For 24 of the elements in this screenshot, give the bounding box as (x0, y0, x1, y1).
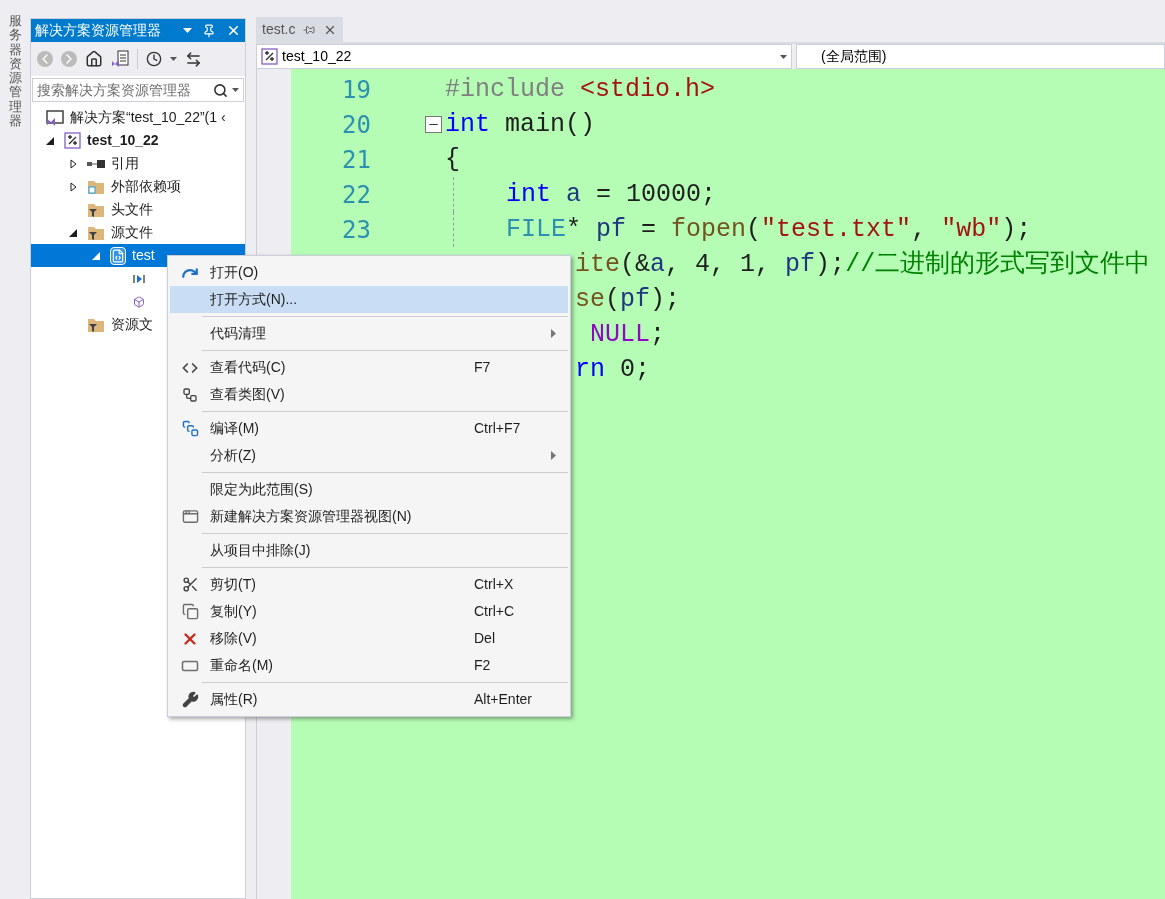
tab-label: test.c (262, 20, 296, 39)
tree-item-label: test_10_22 (87, 131, 159, 150)
panel-title: 解决方案资源管理器 (35, 21, 162, 40)
code-line: se(pf); (575, 283, 681, 316)
code-line: NULL; (589, 318, 666, 351)
code-line: ite(&a, 4, 1, pf);//二进制的形式写到文件中 (575, 248, 1151, 281)
code-line: int main() (445, 108, 596, 141)
code-line: rn 0; (575, 353, 651, 386)
tree-item-label: 解决方案“test_10_22”(1 ‹ (70, 108, 226, 127)
line-number: 22 (342, 181, 371, 209)
tree-item-label: 资源文 (111, 315, 153, 334)
tree-item-label: 外部依赖项 (111, 177, 181, 196)
tree-item-label: 引用 (111, 154, 139, 173)
code-line: int a = 10000; (506, 178, 717, 211)
tree-item-label: test (132, 246, 155, 265)
line-number: 23 (342, 216, 371, 244)
code-line: FILE* pf = fopen("test.txt", "wb"); (506, 213, 1032, 246)
tree-item-label: 源文件 (111, 223, 153, 242)
code-line: { (445, 143, 460, 176)
line-number: 20 (342, 111, 371, 139)
code-line: #include <stdio.h> (445, 73, 716, 106)
tree-item-label: 头文件 (111, 200, 153, 219)
line-number: 19 (342, 76, 371, 104)
line-number: 21 (342, 146, 371, 174)
